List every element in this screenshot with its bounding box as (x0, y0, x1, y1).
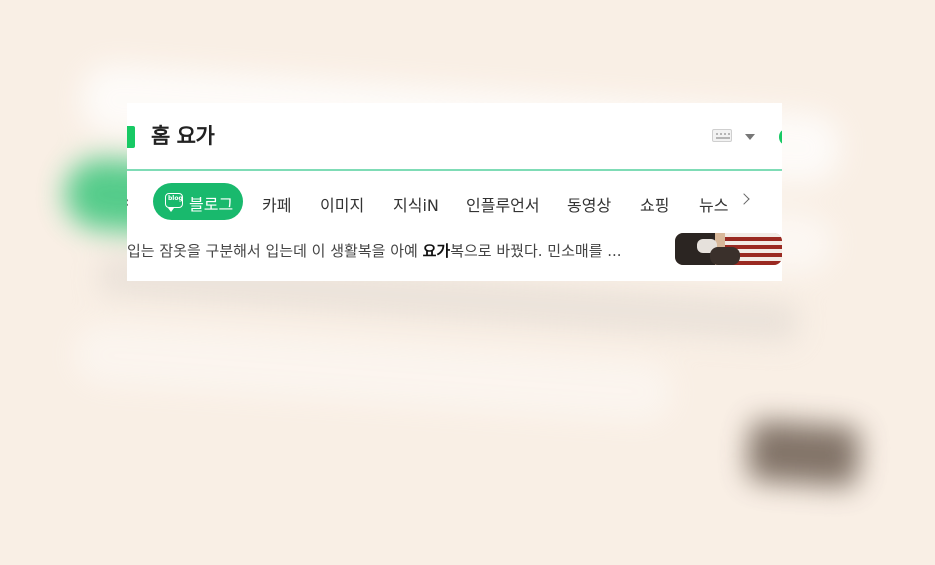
search-results-panel: 홈 요가 ‹ blog 블로그 카페 이미지 지식iN 인플루언서 동영상 쇼핑… (127, 103, 782, 281)
chevron-right-icon[interactable] (739, 191, 751, 207)
tab-video[interactable]: 동영상 (567, 192, 611, 216)
result-thumbnail[interactable] (675, 233, 782, 265)
tab-blog[interactable]: blog 블로그 (153, 183, 243, 220)
search-focus-indicator (127, 126, 135, 148)
tab-influencer[interactable]: 인플루언서 (466, 192, 540, 216)
keyboard-icon[interactable] (712, 129, 732, 142)
chevron-left-icon[interactable]: ‹ (127, 193, 129, 211)
tab-image[interactable]: 이미지 (320, 192, 364, 216)
tab-news[interactable]: 뉴스 (699, 192, 728, 216)
tab-kin[interactable]: 지식iN (393, 192, 439, 216)
blog-icon: blog (165, 193, 183, 212)
result-snippet[interactable]: 입는 잠옷을 구분해서 입는데 이 생활복을 아예 요가복으로 바꿨다. 민소매… (127, 240, 657, 262)
tab-blog-label: 블로그 (189, 195, 234, 214)
search-input[interactable]: 홈 요가 (151, 120, 215, 150)
search-button-edge[interactable] (779, 130, 782, 144)
tab-shopping[interactable]: 쇼핑 (640, 192, 669, 216)
tab-cafe[interactable]: 카페 (262, 192, 291, 216)
search-tabs: ‹ blog 블로그 카페 이미지 지식iN 인플루언서 동영상 쇼핑 뉴스 (127, 173, 782, 231)
dropdown-caret-icon[interactable] (745, 134, 755, 140)
snippet-highlight: 요가 (422, 242, 451, 260)
search-bar: 홈 요가 (127, 103, 782, 171)
